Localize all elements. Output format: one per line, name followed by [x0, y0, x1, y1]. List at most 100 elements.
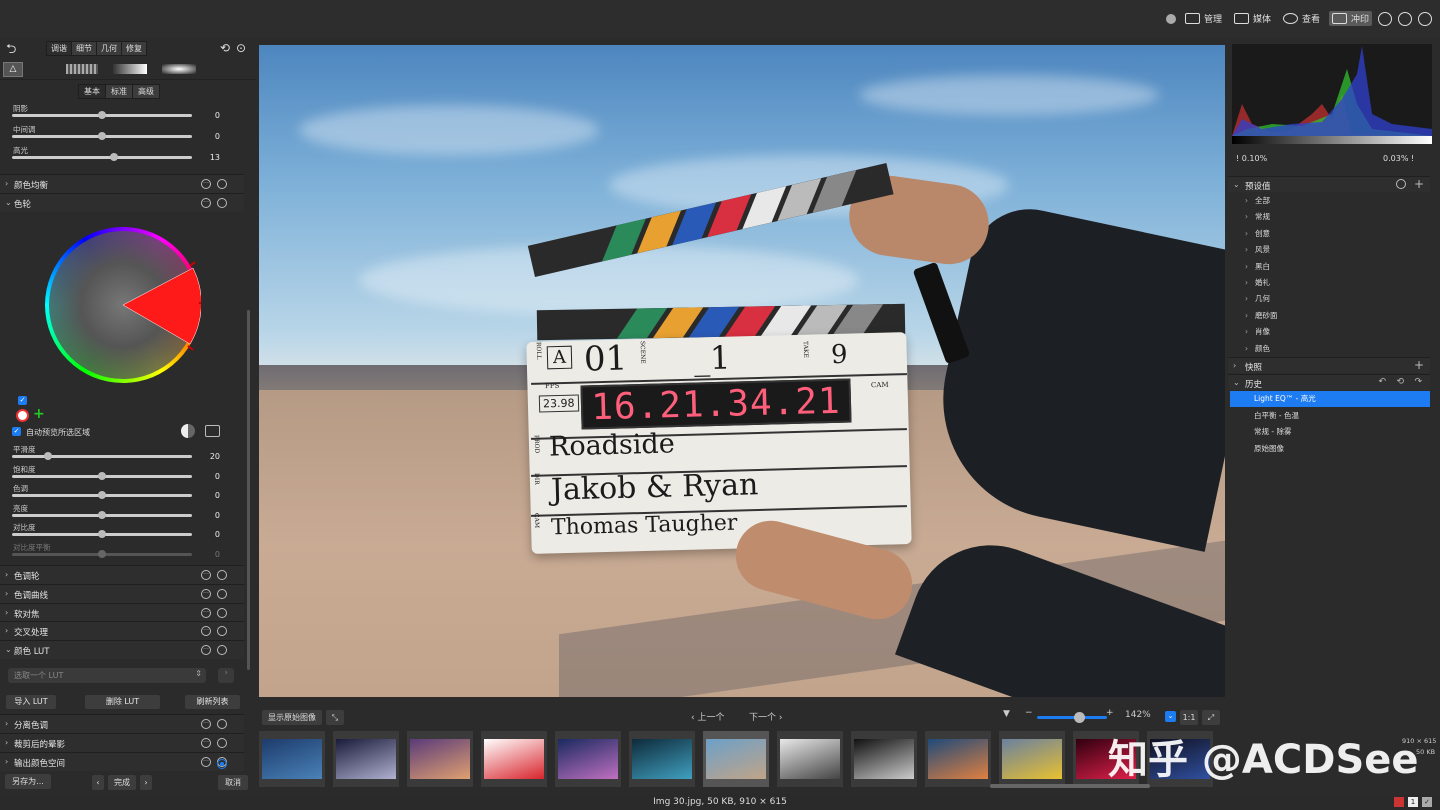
slider-knob[interactable] [98, 132, 106, 140]
slider-knob[interactable] [98, 471, 106, 480]
filmstrip-thumbnail[interactable] [333, 731, 399, 787]
reset-icon[interactable]: ⟲ [220, 41, 230, 55]
prev-image-link[interactable]: ‹ 上一个 [691, 710, 724, 723]
filmstrip-thumbnail[interactable] [703, 731, 769, 787]
section-header[interactable]: › 软对焦 ··· [0, 602, 244, 622]
slider-track[interactable] [12, 132, 192, 140]
presets-section[interactable]: ⌄ 预设值 + [1228, 176, 1430, 192]
filmstrip-thumbnail[interactable] [999, 731, 1065, 787]
history-section[interactable]: ⌄ 历史 ↶ ⟲ ↷ [1228, 374, 1430, 390]
preset-item[interactable]: › 风景 [1245, 244, 1270, 255]
undo-icon[interactable]: ↶ [1378, 377, 1386, 387]
profile-icon[interactable] [1165, 13, 1176, 24]
save-as-button[interactable]: 另存为... [5, 774, 51, 789]
tab-geometry[interactable]: 几何 [97, 42, 121, 55]
section-header[interactable]: › 色调轮 ··· [0, 565, 244, 584]
next-image-button[interactable]: › [140, 775, 152, 790]
slider-value[interactable]: 0 [196, 491, 220, 500]
options-icon[interactable]: ··· [201, 570, 211, 580]
zoom-menu-icon[interactable]: ▼ [1003, 709, 1010, 719]
slider-knob[interactable] [98, 530, 106, 539]
snapshots-section[interactable]: › 快照 + [1228, 357, 1430, 373]
toggle-icon[interactable] [217, 626, 227, 637]
output-color-space-toggle[interactable] [217, 759, 227, 769]
tab-advanced[interactable]: 高级 [133, 85, 159, 98]
lut-select[interactable]: 选取一个 LUT ⇕ [8, 668, 206, 683]
preset-item[interactable]: › 婚礼 [1245, 277, 1270, 288]
auto-preview-checkbox[interactable]: ✓ [12, 427, 21, 436]
filmstrip-thumbnail[interactable] [629, 731, 695, 787]
image-viewer[interactable]: ROLL A 01 SCENE _1 TAKE 9 FPS 23.98 16.2… [259, 45, 1225, 697]
slider-track[interactable] [12, 491, 192, 500]
highlight-clip[interactable]: 0.03% ! [1383, 154, 1414, 163]
filmstrip-thumbnail[interactable] [407, 731, 473, 787]
eyedropper-icon[interactable] [16, 409, 29, 422]
mode-view[interactable]: 查看 [1280, 11, 1323, 26]
preset-item[interactable]: › 几何 [1245, 293, 1270, 304]
options-icon[interactable]: ··· [201, 719, 211, 729]
section-header[interactable]: › 交叉处理 ··· [0, 621, 244, 641]
more-icon[interactable]: ⊙ [236, 41, 246, 55]
options-icon[interactable] [1396, 179, 1406, 189]
options-icon[interactable]: ··· [201, 607, 211, 618]
globe-icon[interactable] [1378, 11, 1392, 26]
options-icon[interactable]: ··· [201, 198, 211, 208]
slider-value[interactable]: 0 [196, 550, 220, 559]
color-label-icon[interactable] [1394, 797, 1404, 807]
brush-tool-icon[interactable] [66, 64, 98, 74]
zoom-slider[interactable] [1037, 716, 1107, 719]
slider-knob[interactable] [109, 153, 118, 161]
options-icon[interactable]: ··· [201, 645, 211, 656]
360-icon[interactable] [1398, 11, 1412, 26]
slider-knob[interactable] [98, 510, 106, 519]
show-original-button[interactable]: 显示原始图像 [262, 710, 322, 725]
import-lut-button[interactable]: 导入 LUT [6, 695, 56, 709]
preset-item[interactable]: › 颜色 [1245, 343, 1270, 354]
zoom-out-icon[interactable]: − [1025, 708, 1033, 718]
preset-item[interactable]: › 全部 [1245, 195, 1270, 206]
filmstrip-thumbnail[interactable] [777, 731, 843, 787]
section-header[interactable]: › 分离色调 ··· [0, 714, 244, 733]
add-color-icon[interactable]: + [33, 406, 45, 422]
tab-repair[interactable]: 修复 [122, 42, 146, 55]
zoom-level[interactable]: 142% [1125, 710, 1151, 720]
slider-knob[interactable] [98, 111, 106, 119]
toggle-icon[interactable] [217, 645, 227, 656]
options-icon[interactable]: ··· [201, 179, 211, 189]
toggle-icon[interactable] [217, 588, 227, 599]
options-icon[interactable]: ··· [201, 626, 211, 637]
toggle-icon[interactable] [217, 179, 227, 189]
dashboard-icon[interactable] [1418, 11, 1432, 26]
add-icon[interactable]: + [1414, 177, 1424, 191]
actual-size-button[interactable]: 1:1 [1180, 710, 1198, 725]
reset-icon[interactable]: ⟲ [1396, 377, 1404, 387]
wheel-enable-checkbox[interactable]: ✓ [18, 396, 27, 405]
expand-icon[interactable]: ⤡ [326, 710, 344, 725]
slider-value[interactable]: 13 [196, 153, 220, 162]
fit-icon[interactable]: ⤢ [1202, 710, 1220, 725]
tab-standard[interactable]: 标准 [106, 85, 132, 98]
filmstrip-thumbnail[interactable] [481, 731, 547, 787]
preset-item[interactable]: › 肖像 [1245, 326, 1270, 337]
add-icon[interactable]: + [1414, 358, 1424, 372]
next-image-link[interactable]: 下一个 › [749, 710, 782, 723]
preset-item[interactable]: › 创意 [1245, 228, 1270, 239]
slider-track[interactable] [12, 530, 192, 539]
history-item[interactable]: 常规 - 除雾 [1230, 424, 1430, 440]
lut-next-button[interactable]: › [218, 668, 234, 683]
toggle-icon[interactable] [217, 737, 227, 748]
options-icon[interactable]: ··· [201, 737, 211, 748]
options-icon[interactable]: ··· [201, 588, 211, 599]
preset-item[interactable]: › 常规 [1245, 211, 1270, 222]
filmstrip-thumbnail[interactable] [925, 731, 991, 787]
tab-tune[interactable]: 调谐 [47, 42, 71, 55]
hue-selection-wedge[interactable] [45, 227, 201, 383]
radial-gradient-icon[interactable] [162, 64, 196, 74]
toggle-icon[interactable] [217, 719, 227, 729]
redo-icon[interactable]: ↷ [1414, 377, 1422, 387]
color-wheel[interactable] [45, 227, 201, 383]
tab-detail[interactable]: 细节 [72, 42, 96, 55]
refresh-list-button[interactable]: 刷新列表 [185, 695, 240, 709]
mode-media[interactable]: 媒体 [1231, 11, 1274, 26]
section-header[interactable]: › 输出颜色空间 ··· [0, 751, 244, 771]
